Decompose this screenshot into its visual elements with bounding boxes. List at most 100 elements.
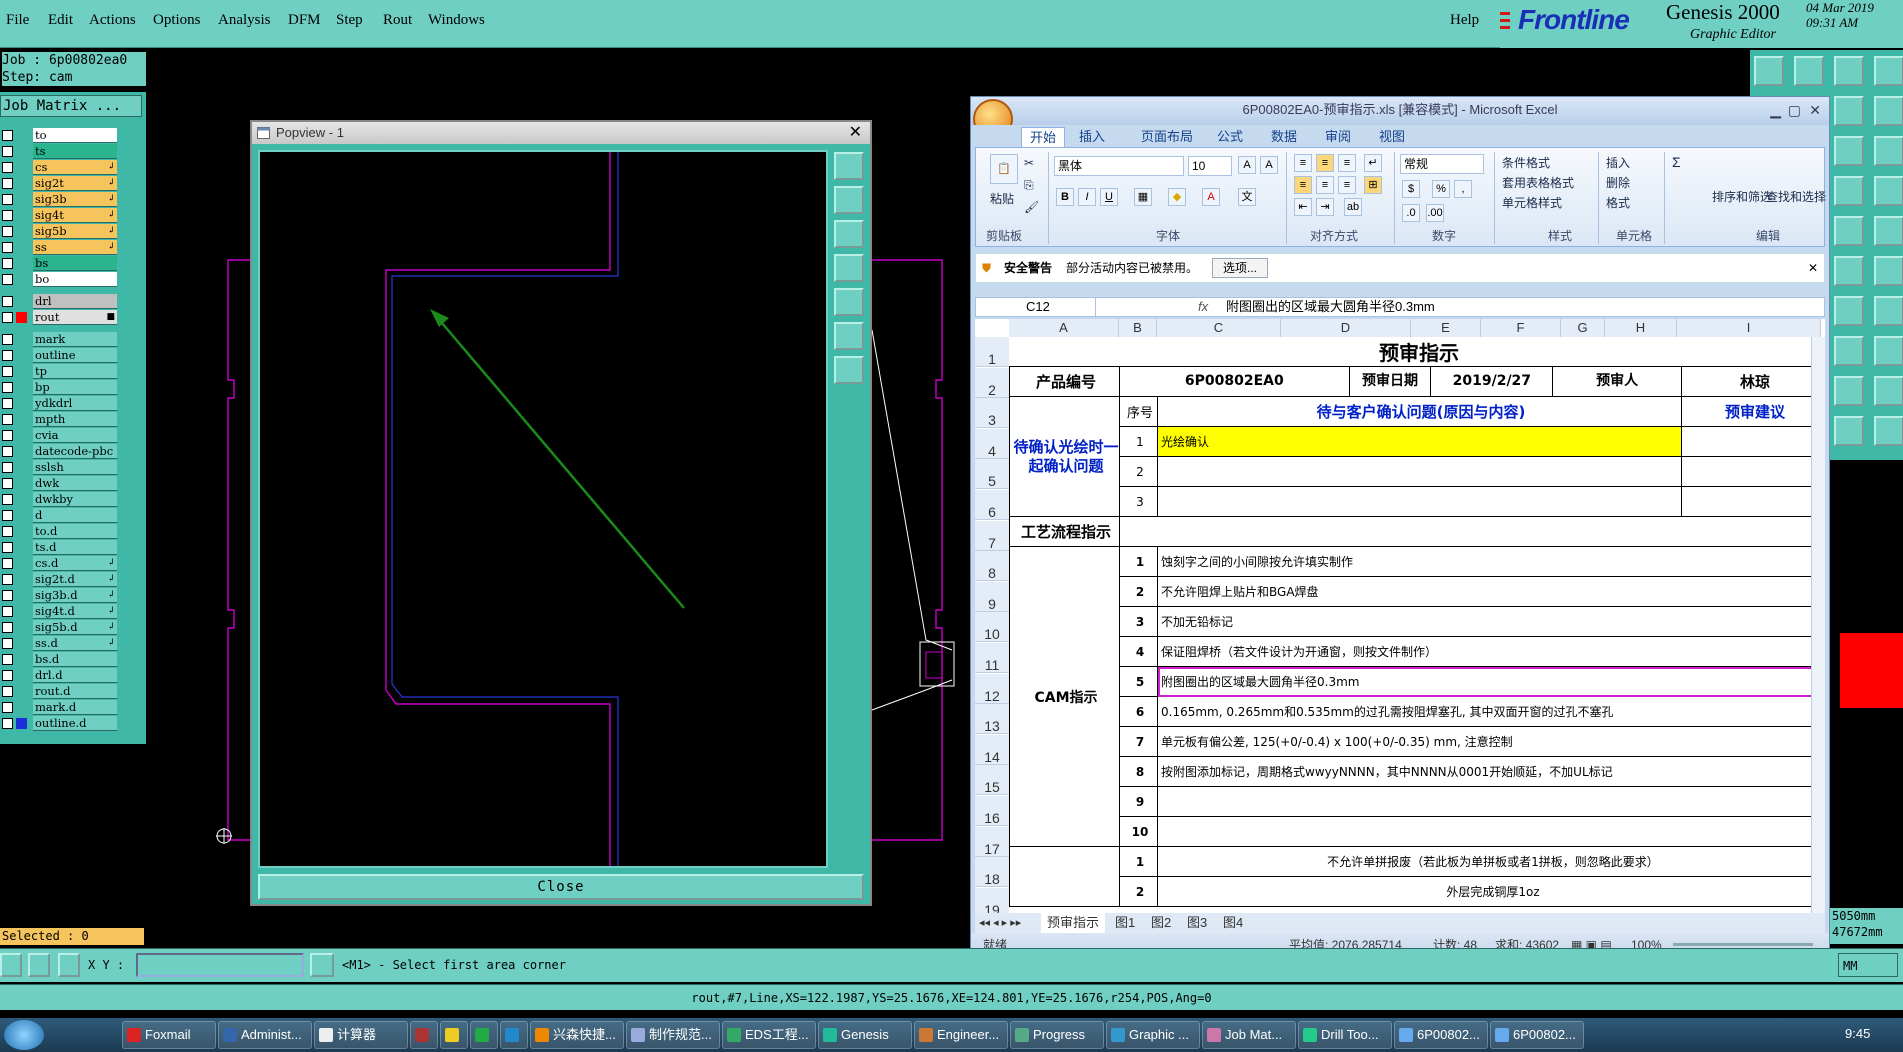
popview-canvas[interactable] <box>258 150 828 868</box>
pending-row-text[interactable] <box>1157 456 1682 487</box>
layer-row-ydkdrl[interactable]: ydkdrl <box>2 396 117 411</box>
toolbar-button-21[interactable] <box>1834 416 1864 446</box>
popview-zoom-fit-button[interactable] <box>834 152 864 180</box>
increase-indent-icon[interactable]: ⇥ <box>1316 198 1334 216</box>
taskbar-item[interactable]: Drill Too... <box>1298 1021 1392 1049</box>
format-as-table-button[interactable]: 套用表格格式 <box>1502 174 1574 191</box>
taskbar-item[interactable]: Job Mat... <box>1202 1021 1296 1049</box>
toolbar-button-3[interactable] <box>1834 56 1864 86</box>
pending-row-suggest[interactable] <box>1681 486 1825 517</box>
layer-name[interactable]: ydkdrl <box>33 396 117 411</box>
layer-name[interactable]: bp <box>33 380 117 395</box>
layer-name[interactable]: to.d <box>33 524 117 539</box>
row-header[interactable]: 3 <box>975 398 1009 429</box>
row-header[interactable]: 1 <box>975 337 1009 367</box>
minimize-icon[interactable]: ▁ <box>1770 97 1781 123</box>
layer-row-sig2t[interactable]: sig2t ↲ <box>2 176 117 191</box>
layer-name[interactable]: ss ↲ <box>33 240 117 255</box>
align-middle-icon[interactable]: ≡ <box>1316 154 1334 172</box>
layer-checkbox[interactable] <box>2 258 13 269</box>
copy-icon[interactable]: ⎘ <box>1024 178 1034 193</box>
layer-row-drl[interactable]: drl <box>2 294 117 309</box>
toolbar-button-14[interactable] <box>1874 256 1903 286</box>
tab-page-layout[interactable]: 页面布局 <box>1133 127 1201 147</box>
sheet-tab[interactable]: 图4 <box>1223 913 1243 933</box>
layer-checkbox[interactable] <box>2 274 13 285</box>
taskbar-item[interactable]: Administ... <box>218 1021 312 1049</box>
layer-name[interactable]: sig3b ↲ <box>33 192 117 207</box>
tab-view[interactable]: 视图 <box>1371 127 1413 147</box>
row-header[interactable]: 12 <box>975 673 1009 704</box>
layer-row-drl.d[interactable]: drl.d <box>2 668 117 683</box>
layer-row-rout[interactable]: rout ■ <box>2 310 117 325</box>
taskbar-item[interactable]: 6P00802... <box>1490 1021 1584 1049</box>
layer-checkbox[interactable] <box>2 542 13 553</box>
layer-checkbox[interactable] <box>2 146 13 157</box>
units-label[interactable]: MM <box>1838 953 1898 977</box>
column-header[interactable]: D <box>1281 319 1411 337</box>
layer-checkbox[interactable] <box>2 606 13 617</box>
tab-formulas[interactable]: 公式 <box>1209 127 1251 147</box>
layer-row-cvia[interactable]: cvia <box>2 428 117 443</box>
layer-row-sig4t[interactable]: sig4t ↲ <box>2 208 117 223</box>
taskbar-item[interactable]: 兴森快捷... <box>530 1021 624 1049</box>
border-icon[interactable]: ▦ <box>1134 188 1152 206</box>
row-header[interactable]: 14 <box>975 734 1009 765</box>
cam-row-text[interactable]: 不允许阻焊上贴片和BGA焊盘 <box>1157 576 1825 607</box>
paste-icon[interactable]: 📋 <box>990 154 1018 184</box>
layer-name[interactable]: ts.d <box>33 540 117 555</box>
extra-row-text[interactable]: 不允许单拼报废（若此板为单拼板或者1拼板，则忽略此要求） <box>1157 846 1825 877</box>
zoom-slider[interactable] <box>1673 943 1813 946</box>
tool-button-2[interactable] <box>28 953 50 977</box>
layer-checkbox[interactable] <box>2 414 13 425</box>
layer-checkbox[interactable] <box>2 494 13 505</box>
merge-center-icon[interactable]: ⊞ <box>1364 176 1382 194</box>
toolbar-button-8[interactable] <box>1874 136 1903 166</box>
layer-checkbox[interactable] <box>2 478 13 489</box>
tool-button-1[interactable] <box>0 953 22 977</box>
toolbar-button-5[interactable] <box>1834 96 1864 126</box>
menu-windows[interactable]: Windows <box>428 12 485 29</box>
layer-row-to.d[interactable]: to.d <box>2 524 117 539</box>
layer-row-mark[interactable]: mark <box>2 332 117 347</box>
layer-checkbox[interactable] <box>2 686 13 697</box>
menu-help[interactable]: Help <box>1450 12 1479 29</box>
column-header[interactable]: E <box>1411 319 1481 337</box>
layer-name[interactable]: rout.d <box>33 684 117 699</box>
layer-row-bo[interactable]: bo <box>2 272 117 287</box>
popview-pan-left-button[interactable] <box>834 254 864 282</box>
format-cells-button[interactable]: 格式 <box>1606 194 1630 211</box>
column-header[interactable]: B <box>1119 319 1157 337</box>
cam-row-text[interactable]: 保证阻焊桥（若文件设计为开通窗，则按文件制作） <box>1157 636 1825 667</box>
vertical-scrollbar[interactable] <box>1811 337 1825 913</box>
layer-row-ts[interactable]: ts <box>2 144 117 159</box>
layer-name[interactable]: dwkby <box>33 492 117 507</box>
layer-row-bs[interactable]: bs <box>2 256 117 271</box>
taskbar-item[interactable]: 制作规范... <box>626 1021 720 1049</box>
close-icon[interactable]: ✕ <box>1809 97 1821 123</box>
column-header[interactable]: I <box>1677 319 1821 337</box>
toolbar-button-17[interactable] <box>1834 336 1864 366</box>
layer-name[interactable]: mark <box>33 332 117 347</box>
layer-row-ss[interactable]: ss ↲ <box>2 240 117 255</box>
formula-input[interactable]: 附图圈出的区域最大圆角半径0.3mm <box>1226 298 1435 316</box>
row-header[interactable]: 18 <box>975 857 1009 888</box>
increase-decimal-icon[interactable]: .0 <box>1402 204 1420 222</box>
layer-checkbox[interactable] <box>2 622 13 633</box>
row-header[interactable]: 15 <box>975 765 1009 796</box>
layer-checkbox[interactable] <box>2 226 13 237</box>
menu-options[interactable]: Options <box>153 12 201 29</box>
layer-name[interactable]: datecode-pbc <box>33 444 117 459</box>
cam-row-text[interactable]: 蚀刻字之间的小间隙按允许填实制作 <box>1157 546 1825 577</box>
layer-checkbox[interactable] <box>2 446 13 457</box>
extra-row-text[interactable]: 外层完成铜厚1oz <box>1157 876 1825 907</box>
layer-row-sig3b.d[interactable]: sig3b.d ↲ <box>2 588 117 603</box>
menu-analysis[interactable]: Analysis <box>218 12 271 29</box>
paste-label[interactable]: 粘贴 <box>990 190 1014 207</box>
sheet-tab[interactable]: 图2 <box>1151 913 1171 933</box>
pending-row-text[interactable]: 光绘确认 <box>1157 426 1682 457</box>
tab-review[interactable]: 审阅 <box>1317 127 1359 147</box>
layer-row-tp[interactable]: tp <box>2 364 117 379</box>
layer-row-to[interactable]: to <box>2 128 117 143</box>
layer-checkbox[interactable] <box>2 194 13 205</box>
